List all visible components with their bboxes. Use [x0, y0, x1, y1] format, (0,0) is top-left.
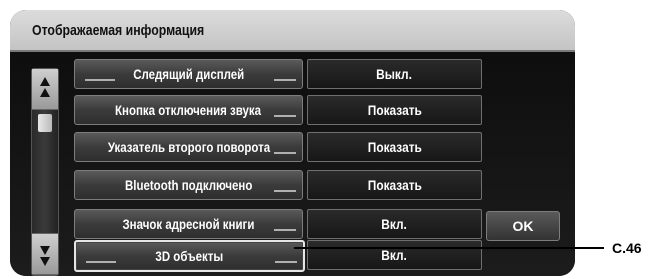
setting-label: 3D объекты	[155, 248, 224, 264]
divider	[274, 115, 296, 117]
scrollbar[interactable]	[31, 68, 59, 276]
setting-value: Показать	[307, 132, 482, 162]
setting-value: Показать	[307, 95, 482, 125]
screen: Отображаемая информация Следящий дисплей…	[10, 10, 575, 276]
setting-value: Показать	[307, 170, 482, 200]
title-bar: Отображаемая информация	[10, 10, 575, 52]
arrow-down-icon	[40, 246, 50, 266]
scroll-thumb[interactable]	[38, 114, 52, 132]
page-title: Отображаемая информация	[32, 22, 205, 39]
setting-value-text: Показать	[367, 139, 422, 155]
divider	[274, 79, 296, 81]
ok-label: OK	[512, 218, 534, 234]
divider	[86, 261, 116, 263]
setting-label: Значок адресной книги	[122, 216, 255, 232]
setting-button-bluetooth[interactable]: Bluetooth подключено	[74, 170, 303, 200]
divider	[274, 190, 296, 192]
setting-button-mute-button[interactable]: Кнопка отключения звука	[74, 95, 303, 125]
scroll-up-button[interactable]	[32, 69, 58, 110]
setting-label: Кнопка отключения звука	[115, 102, 262, 118]
arrow-up-icon	[40, 77, 50, 97]
scroll-down-button[interactable]	[32, 233, 58, 275]
setting-value: Вкл.	[307, 209, 482, 239]
setting-button-second-turn[interactable]: Указатель второго поворота	[74, 132, 303, 162]
setting-value-text: Выкл.	[376, 66, 413, 82]
divider	[274, 229, 296, 231]
setting-label: Следящий дисплей	[132, 66, 245, 82]
divider	[85, 79, 115, 81]
divider	[275, 261, 297, 263]
setting-button-address-book[interactable]: Значок адресной книги	[74, 209, 303, 239]
setting-value: Вкл.	[307, 240, 482, 270]
callout-label: C.46	[612, 240, 642, 256]
setting-value-text: Вкл.	[381, 247, 408, 263]
callout-line	[294, 247, 604, 249]
setting-button-3d-objects[interactable]: 3D объекты	[74, 240, 305, 272]
ok-button[interactable]: OK	[486, 211, 560, 241]
divider	[274, 152, 296, 154]
setting-value: Выкл.	[307, 59, 482, 89]
setting-value-text: Показать	[367, 177, 422, 193]
setting-label: Указатель второго поворота	[107, 139, 270, 155]
setting-value-text: Вкл.	[381, 216, 408, 232]
setting-label: Bluetooth подключено	[124, 177, 253, 193]
setting-button-follow-display[interactable]: Следящий дисплей	[74, 59, 303, 89]
setting-value-text: Показать	[367, 102, 422, 118]
